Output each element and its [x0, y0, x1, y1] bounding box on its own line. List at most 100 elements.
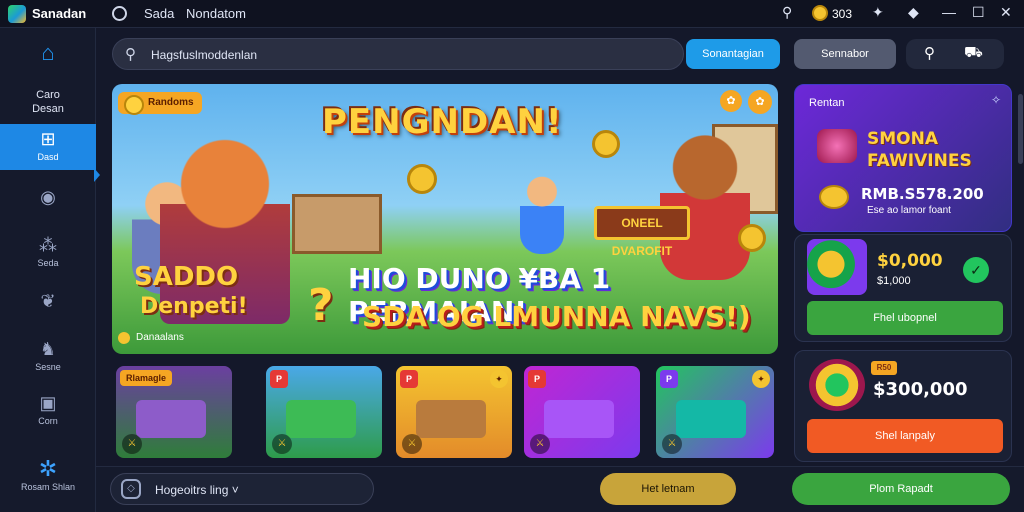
bottom-search[interactable]: ◇ Hogeoitrs ling ˅: [110, 473, 374, 505]
bottom-bar: ◇ Hogeoitrs ling ˅ Het letnam Plom Rapad…: [96, 466, 1024, 512]
sidebar-item-seda[interactable]: ⁂ Seda: [0, 234, 96, 268]
check-icon[interactable]: ✓: [963, 257, 989, 283]
promo-title-2: FAWIVINES: [867, 151, 972, 171]
cart-icon[interactable]: ⛟: [964, 44, 983, 63]
sword-icon: ⚔: [122, 434, 142, 454]
app-name: Sanadan: [32, 6, 87, 21]
sidebar-item-label: Rosam Shlan: [20, 482, 76, 492]
game-art: [286, 400, 356, 438]
circle-icon[interactable]: [112, 6, 127, 21]
hero-sign: ONEEL DVAROFIT: [594, 206, 690, 258]
leaf-icon: ❦: [40, 291, 56, 311]
thumbnail-tag: P: [400, 370, 418, 388]
jackpot-value: $300,000: [873, 379, 968, 400]
bottom-button-1[interactable]: Het letnam: [600, 473, 736, 505]
coin-icon: ✦: [752, 370, 770, 388]
gift-icon[interactable]: ✿: [720, 90, 742, 112]
kid-character-illustration: [520, 174, 564, 254]
promo-header: Rentan: [809, 97, 845, 109]
search-bar[interactable]: ⚲ Hagsfuslmoddenlan: [112, 38, 684, 70]
game-thumbnail[interactable]: P ⚔: [266, 366, 382, 458]
sidebar-item-leaf[interactable]: ❦: [0, 290, 96, 312]
sword-icon: ⚔: [530, 434, 550, 454]
sword-icon: ⚔: [662, 434, 682, 454]
sparkle-icon: ✧: [991, 93, 1002, 107]
sidebar-item-home[interactable]: ⌂: [0, 42, 96, 64]
reward-image: [807, 239, 867, 295]
thumbnail-tag: P: [270, 370, 288, 388]
jackpot-card: R50 $300,000 Shel lanpaly: [794, 350, 1012, 462]
active-indicator: [94, 168, 100, 182]
grid-icon: ◇: [121, 479, 141, 499]
game-thumbnail[interactable]: P ⚔: [524, 366, 640, 458]
coin-balance: 303: [832, 7, 853, 21]
game-art: [544, 400, 614, 438]
promo-subtitle: Ese ao lamor foant: [867, 205, 951, 216]
sword-icon: ⚔: [272, 434, 292, 454]
house-illustration: [292, 194, 382, 254]
coin-icon: [819, 185, 849, 209]
notification-icon[interactable]: ◆: [908, 4, 919, 21]
top-bar: ⚲ Hagsfuslmoddenlan Sonantagian Sennabor…: [104, 38, 1020, 72]
game-thumbnail[interactable]: Rlamagle ⚔: [116, 366, 232, 458]
title-bar: Sanadan Sada Nondatom ⚲ 303 ✦ ◆ — ☐ ✕: [0, 0, 1024, 28]
hero-bonus-text-2: SDA OG LMUNNA NAVS!): [362, 300, 751, 333]
users-icon: ♞: [39, 339, 57, 359]
sidebar-item-sesne[interactable]: ♞ Sesne: [0, 338, 96, 372]
bottom-search-input[interactable]: Hogeoitrs ling ˅: [155, 483, 239, 497]
gift-icon[interactable]: ✿: [748, 90, 772, 114]
game-art: [676, 400, 746, 438]
promo-card[interactable]: Rentan ✧ SMONA FAWIVINES RMB.S578.200 Es…: [794, 84, 1012, 232]
hero-badge: Danaalans: [118, 332, 184, 344]
menu-sada[interactable]: Sada: [144, 6, 174, 21]
sidebar-item-settings[interactable]: ✲ Rosam Shlan: [0, 458, 96, 493]
coin-icon: [592, 130, 620, 158]
reward-button[interactable]: Fhel ubopnel: [807, 301, 1003, 335]
chat-icon: ◉: [40, 187, 56, 207]
search-button[interactable]: Sonantagian: [686, 39, 780, 69]
reward-value: $0,000: [877, 251, 943, 271]
sidebar-item-corn[interactable]: ▣ Corn: [0, 392, 96, 426]
general-button[interactable]: Sennabor: [794, 39, 896, 69]
close-icon[interactable]: ✕: [1000, 4, 1012, 21]
jackpot-tag: R50: [871, 361, 897, 375]
game-thumbnail[interactable]: P ✦ ⚔: [656, 366, 774, 458]
jackpot-button[interactable]: Shel lanpaly: [807, 419, 1003, 453]
sidebar-item-label: Corn: [38, 416, 58, 426]
gem-icon: [817, 129, 857, 163]
search-input[interactable]: Hagsfuslmoddenlan: [151, 48, 257, 62]
icon-actions: ⚲ ⛟: [906, 39, 1004, 69]
hero-title: PENGNDAN!: [322, 102, 563, 142]
search-icon[interactable]: ⚲: [782, 4, 792, 21]
menu-nondatom[interactable]: Nondatom: [186, 6, 246, 21]
coin-icon: ✦: [490, 370, 508, 388]
thumbnail-label: Rlamagle: [120, 370, 173, 386]
thumbnail-tag: P: [528, 370, 546, 388]
maximize-icon[interactable]: ☐: [972, 4, 985, 21]
hero-banner[interactable]: Randoms ✿ ✿ PENGNDAN! ONEEL DVAROFIT SAD…: [112, 84, 778, 354]
promo-value: RMB.S578.200: [861, 185, 984, 203]
reward-card: $0,000 $1,000 ✓ Fhel ubopnel: [794, 234, 1012, 342]
sidebar-item-caro[interactable]: Caro Desan: [0, 86, 96, 116]
app-logo-icon: [8, 5, 26, 23]
game-art: [136, 400, 206, 438]
coin-icon: [812, 5, 828, 21]
minimize-icon[interactable]: —: [942, 4, 956, 20]
sidebar-item-label: Seda: [37, 258, 59, 268]
game-thumbnail[interactable]: P ✦ ⚔: [396, 366, 512, 458]
hero-left-text-2: Denpeti!: [140, 294, 248, 319]
search-icon[interactable]: ⚲: [924, 44, 935, 62]
hero-tag: Randoms: [118, 92, 202, 115]
reward-subvalue: $1,000: [877, 275, 911, 287]
coin-icon: [738, 224, 766, 252]
home-icon: ⌂: [41, 40, 55, 65]
sidebar-item-dasd[interactable]: ⊞ Dasd: [0, 124, 96, 170]
hero-left-text-1: SADDO: [134, 262, 239, 292]
add-screen-icon: ⊞: [40, 129, 56, 149]
scrollbar[interactable]: [1018, 94, 1023, 164]
puzzle-icon[interactable]: ✦: [872, 4, 884, 21]
game-art: [416, 400, 486, 438]
bottom-button-2[interactable]: Plom Rapadt: [792, 473, 1010, 505]
sidebar-item-chat[interactable]: ◉: [0, 186, 96, 208]
coin-icon: [407, 164, 437, 194]
